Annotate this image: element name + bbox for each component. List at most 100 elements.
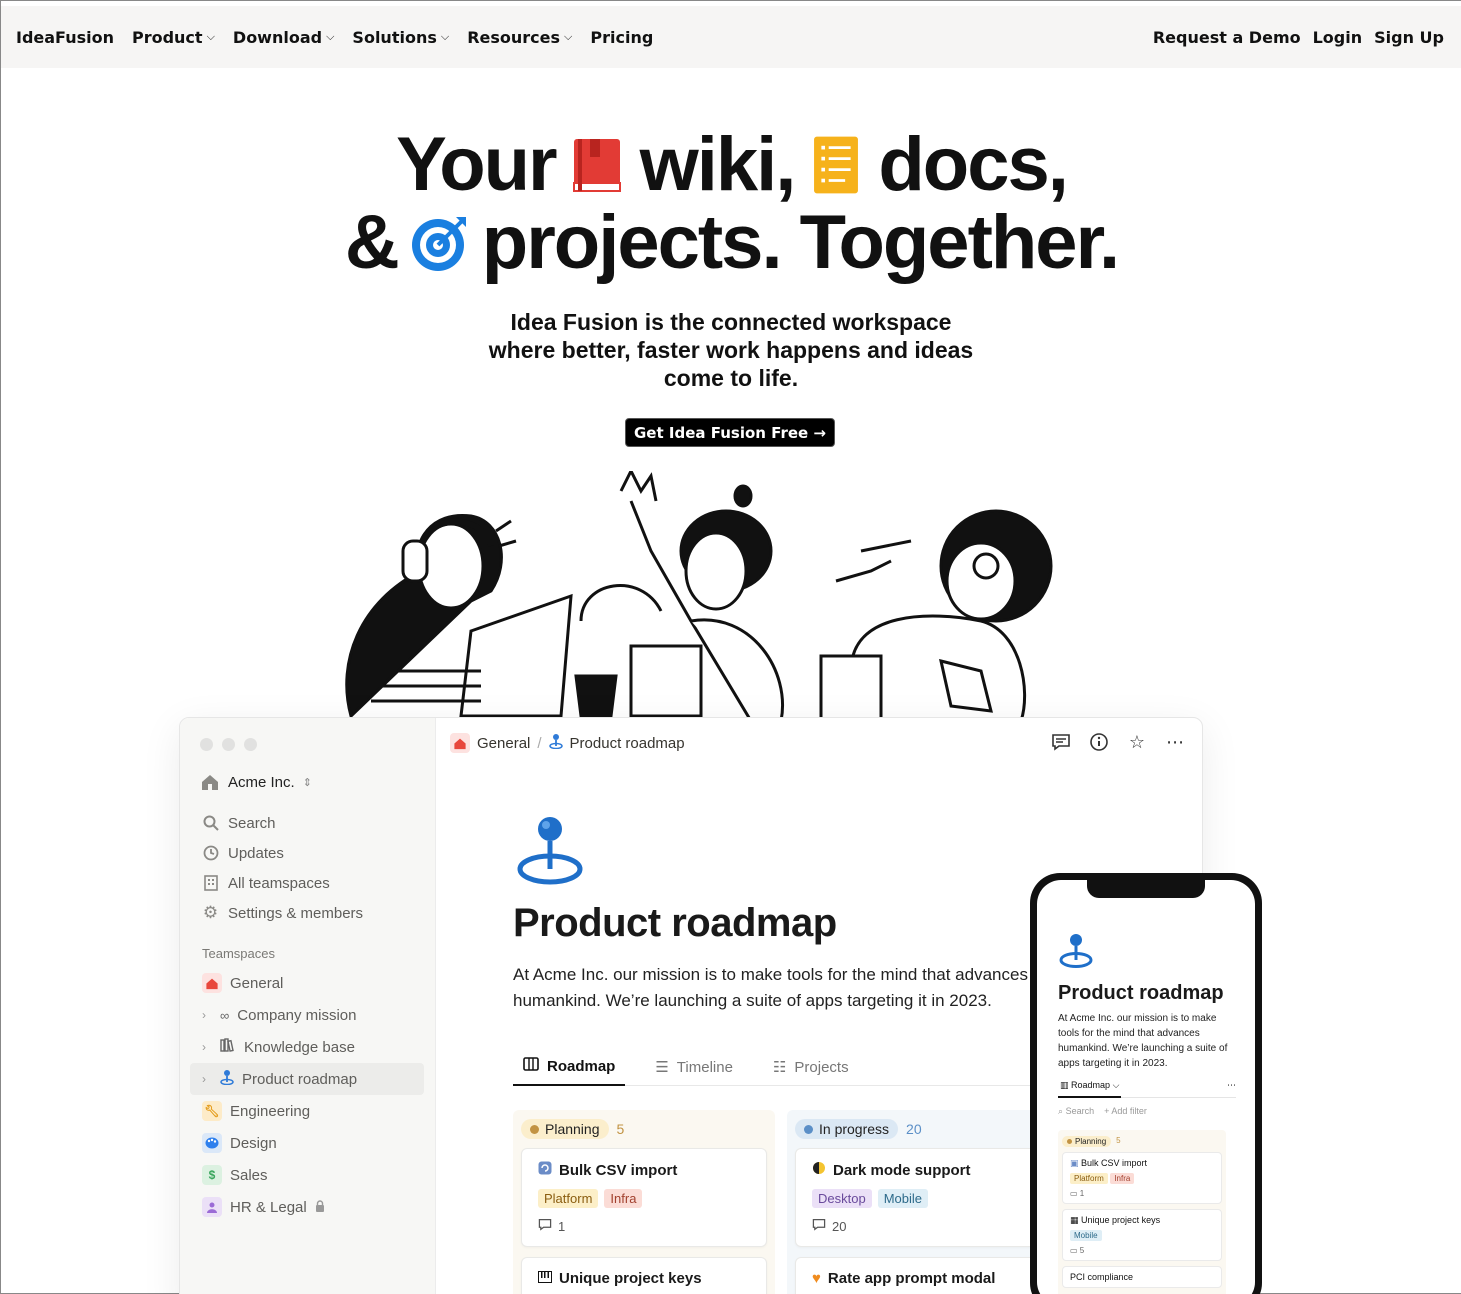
sidebar-item-label: Design <box>230 1134 277 1152</box>
comment-icon: ▭ <box>1070 1189 1078 1198</box>
sidebar-item-engineering[interactable]: 🔧︎ Engineering <box>200 1095 426 1127</box>
card-comments: ▭ 5 <box>1070 1246 1214 1255</box>
phone-mockup: Product roadmap At Acme Inc. our mission… <box>1030 873 1262 1294</box>
status-label: Planning <box>545 1121 600 1137</box>
phone-column-planning: Planning 5 ▣ Bulk CSV import Platform In… <box>1058 1130 1226 1294</box>
status-pill[interactable]: In progress <box>795 1119 899 1139</box>
sidebar-item-label: Search <box>228 814 276 832</box>
card-tags: Platform Infra <box>538 1189 750 1208</box>
top-nav: IdeaFusion Product ⌵ Download ⌵ Solutions ⌵… <box>1 6 1461 68</box>
gear-icon: ⚙ <box>202 903 219 922</box>
nav-resources-label: Resources <box>467 27 561 47</box>
sidebar-item-hr-legal[interactable]: HR & Legal <box>200 1191 426 1223</box>
window-close-dot[interactable] <box>200 738 213 751</box>
tab-label: Projects <box>794 1058 849 1076</box>
phone-card-unique-keys[interactable]: ▦ Unique project keys Mobile ▭ 5 <box>1062 1209 1222 1261</box>
chevron-down-icon: ⌵ <box>564 30 573 43</box>
heart-icon: ♥ <box>812 1270 821 1287</box>
sidebar-item-product-roadmap[interactable]: › Product roadmap <box>190 1063 424 1095</box>
info-icon[interactable] <box>1088 731 1110 753</box>
card-title: PCI compliance <box>1070 1272 1214 1282</box>
card-unique-project-keys[interactable]: Unique project keys <box>521 1257 767 1294</box>
phone-tab-roadmap[interactable]: ▥ Roadmap ⌵ <box>1058 1080 1122 1098</box>
card-title: Dark mode support <box>812 1161 1024 1179</box>
board-icon <box>523 1057 539 1075</box>
phone-card-bulk-csv[interactable]: ▣ Bulk CSV import Platform Infra ▭ 1 <box>1062 1152 1222 1204</box>
breadcrumb: General / Product roadmap <box>450 733 685 753</box>
nav-product[interactable]: Product ⌵ <box>132 28 215 47</box>
star-icon[interactable]: ☆ <box>1126 731 1148 753</box>
nav-pricing[interactable]: Pricing <box>590 28 653 47</box>
lock-icon <box>315 1199 325 1216</box>
breadcrumb-product-roadmap[interactable]: Product roadmap <box>570 735 685 752</box>
phone-search[interactable]: ⌕ Search <box>1058 1106 1094 1117</box>
chevron-right-icon[interactable]: › <box>202 1072 212 1086</box>
building-icon <box>202 875 219 892</box>
phone-add-filter[interactable]: + Add filter <box>1104 1106 1147 1117</box>
binoculars-icon: ∞ <box>220 1007 230 1023</box>
sidebar-item-all-teamspaces[interactable]: All teamspaces <box>200 868 426 898</box>
person-icon <box>202 1197 222 1217</box>
status-pill[interactable]: Planning <box>1062 1136 1112 1147</box>
signup-link[interactable]: Sign Up <box>1374 28 1444 47</box>
login-link[interactable]: Login <box>1313 28 1363 47</box>
tab-roadmap[interactable]: Roadmap <box>513 1048 626 1086</box>
timeline-icon: ☰ <box>655 1059 669 1076</box>
phone-toolbar: ⌕ Search + Add filter <box>1058 1106 1147 1117</box>
sidebar-item-settings[interactable]: ⚙ Settings & members <box>200 898 426 928</box>
request-demo-link[interactable]: Request a Demo <box>1153 28 1301 47</box>
chevron-right-icon[interactable]: › <box>202 1008 212 1022</box>
sidebar-item-label: All teamspaces <box>228 874 330 892</box>
card-dark-mode-support[interactable]: Dark mode support Desktop Mobile 20 <box>795 1148 1041 1247</box>
tab-timeline[interactable]: ☰ Timeline <box>645 1048 743 1086</box>
nav-left: IdeaFusion Product ⌵ Download ⌵ Solutions ⌵… <box>16 28 653 47</box>
chevron-down-icon: ⌵ <box>206 30 215 43</box>
sidebar-item-label: Engineering <box>230 1102 311 1120</box>
more-icon[interactable]: ⋯ <box>1227 1080 1236 1097</box>
chevron-right-icon[interactable]: › <box>202 1040 212 1054</box>
sidebar-item-label: Knowledge base <box>244 1038 355 1056</box>
phone-card-pci[interactable]: PCI compliance <box>1062 1266 1222 1288</box>
page-title: Product roadmap <box>513 901 837 945</box>
hero-line-1: Your wiki, docs, <box>1 126 1461 204</box>
more-icon[interactable]: ⋯ <box>1164 731 1186 753</box>
comment-icon[interactable] <box>1050 731 1072 753</box>
phone-column-header: Planning 5 <box>1062 1136 1222 1147</box>
sidebar-item-general[interactable]: General <box>200 967 426 999</box>
sidebar-item-search[interactable]: Search <box>200 808 426 838</box>
target-icon <box>411 217 466 271</box>
nav-download-label: Download <box>232 27 323 47</box>
card-bulk-csv-import[interactable]: Bulk CSV import Platform Infra 1 <box>521 1148 767 1247</box>
card-tags: Desktop Mobile <box>812 1189 1024 1208</box>
sidebar-item-updates[interactable]: Updates <box>200 838 426 868</box>
status-dot <box>1067 1139 1072 1144</box>
card-comments: ▭ 1 <box>1070 1189 1214 1198</box>
page-pin-icon <box>517 817 583 885</box>
phone-page-description: At Acme Inc. our mission is to make tool… <box>1058 1013 1228 1069</box>
updown-chevron-icon: ⇕ <box>302 776 312 789</box>
piano-icon <box>538 1270 552 1287</box>
breadcrumb-general[interactable]: General <box>477 735 530 752</box>
wrench-icon: 🔧︎ <box>202 1101 222 1121</box>
sidebar-item-sales[interactable]: $ Sales <box>200 1159 426 1191</box>
pin-icon <box>548 733 563 753</box>
card-rate-app-prompt[interactable]: ♥ Rate app prompt modal <box>795 1257 1041 1294</box>
chevron-down-icon: ⌵ <box>1112 1080 1120 1090</box>
sidebar-item-knowledge-base[interactable]: › Knowledge base <box>200 1031 426 1063</box>
sidebar-item-design[interactable]: Design <box>200 1127 426 1159</box>
card-title: Unique project keys <box>538 1270 750 1287</box>
comment-icon <box>538 1218 552 1234</box>
tab-projects[interactable]: ☷ Projects <box>763 1048 859 1086</box>
status-pill[interactable]: Planning <box>521 1119 609 1139</box>
brand-logo-link[interactable]: IdeaFusion <box>16 28 114 47</box>
window-minimize-dot[interactable] <box>222 738 235 751</box>
nav-download[interactable]: Download ⌵ <box>233 28 335 47</box>
nav-solutions[interactable]: Solutions ⌵ <box>352 28 449 47</box>
tag-platform: Platform <box>538 1189 599 1208</box>
sidebar-item-company-mission[interactable]: › ∞ Company mission <box>200 999 426 1031</box>
window-maximize-dot[interactable] <box>244 738 257 751</box>
workspace-switcher[interactable]: Acme Inc. ⇕ <box>200 773 312 791</box>
nav-resources[interactable]: Resources ⌵ <box>467 28 572 47</box>
search-icon <box>202 815 219 832</box>
get-free-button[interactable]: Get Idea Fusion Free → <box>625 418 835 447</box>
